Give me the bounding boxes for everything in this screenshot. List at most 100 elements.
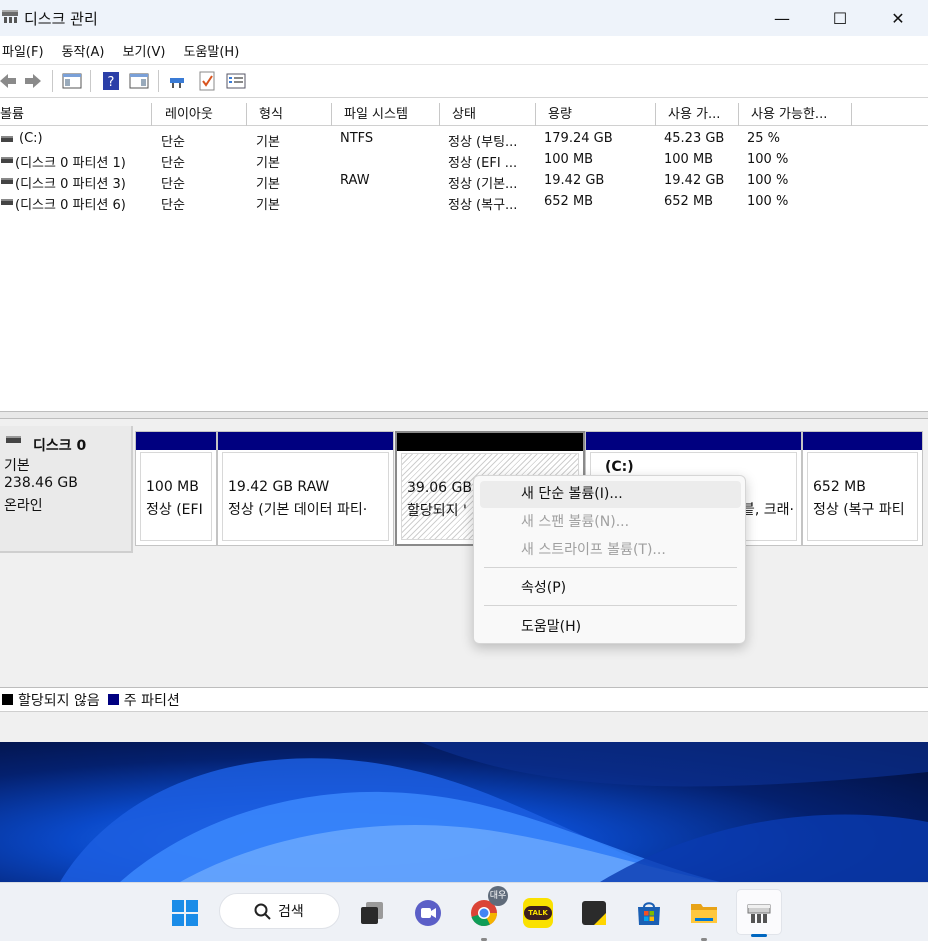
table-row[interactable]: (디스크 0 파티션 1) 단순 기본 정상 (EFI ... 100 MB 1…	[0, 150, 928, 171]
sticky-notes-button[interactable]	[574, 893, 614, 933]
microsoft-store-icon	[638, 902, 660, 925]
column-header-percent-free[interactable]: 사용 가능한...	[739, 103, 852, 126]
partition-recovery[interactable]: 652 MB 정상 (복구 파티	[802, 431, 923, 546]
partition-raw[interactable]: 19.42 GB RAW 정상 (기본 데이터 파티·	[217, 431, 394, 546]
cell-layout: 단순	[161, 198, 185, 213]
partition-status: 할당되지 '	[407, 503, 467, 519]
minimize-icon: —	[774, 8, 790, 28]
menu-bar: 파일(F) 동작(A) 보기(V) 도움말(H)	[0, 36, 928, 64]
pane-splitter[interactable]	[0, 411, 928, 419]
legend-swatch-primary	[107, 694, 119, 705]
partition-size: 100 MB	[146, 479, 199, 495]
forward-arrow-icon[interactable]	[23, 71, 43, 91]
menu-properties[interactable]: 속성(P)	[480, 575, 741, 602]
column-header-volume[interactable]: 볼륨	[0, 103, 152, 126]
chrome-button[interactable]: 대우	[464, 886, 508, 941]
table-row[interactable]: (디스크 0 파티션 6) 단순 기본 정상 (복구... 652 MB 652…	[0, 192, 928, 213]
toolbar: ?	[0, 64, 928, 98]
column-header-capacity[interactable]: 용량	[536, 103, 656, 126]
file-explorer-button[interactable]	[684, 893, 724, 941]
cell-free-space: 45.23 GB	[664, 131, 725, 146]
menu-help[interactable]: 도움말(H)	[181, 41, 248, 60]
primary-partition-bar	[803, 432, 922, 450]
disk-management-app-icon	[2, 10, 18, 23]
show-hide-console-tree-icon[interactable]	[62, 71, 82, 91]
partition-status: 정상 (EFI	[146, 502, 203, 518]
help-icon[interactable]: ?	[101, 71, 121, 91]
cell-layout: 단순	[161, 135, 185, 150]
cell-type: 기본	[256, 198, 280, 213]
context-menu: 새 단순 볼륨(I)... 새 스팬 볼륨(N)... 새 스트라이프 볼륨(T…	[473, 475, 746, 644]
back-arrow-icon[interactable]	[0, 71, 18, 91]
show-hide-action-pane-icon[interactable]	[129, 71, 149, 91]
start-button[interactable]	[165, 893, 205, 933]
table-row[interactable]: (C:) 단순 기본 NTFS 정상 (부팅... 179.24 GB 45.2…	[0, 129, 928, 150]
title-bar[interactable]: 디스크 관리 — ☐ ✕	[0, 0, 928, 36]
kakaotalk-label: TALK	[524, 906, 552, 920]
minimize-button[interactable]: —	[753, 0, 811, 36]
cell-percent-free: 100 %	[747, 194, 789, 209]
legend-swatch-unallocated	[2, 694, 13, 705]
disk-0-label[interactable]: 디스크 0 기본 238.46 GB 온라인	[0, 426, 133, 553]
cell-layout: 단순	[161, 156, 185, 171]
partition-size: 652 MB	[813, 479, 866, 495]
disk-name: 디스크 0	[33, 438, 87, 454]
cell-volume: (디스크 0 파티션 1)	[15, 156, 126, 171]
menu-new-simple-volume[interactable]: 새 단순 볼륨(I)...	[480, 481, 741, 508]
start-icon	[172, 900, 198, 926]
menu-action[interactable]: 동작(A)	[60, 41, 114, 60]
volume-icon	[1, 178, 13, 184]
partition-size: 39.06 GB	[407, 480, 472, 496]
partition-size: 19.42 GB RAW	[228, 479, 330, 495]
cell-percent-free: 100 %	[747, 173, 789, 188]
cell-status: 정상 (기본...	[448, 177, 518, 192]
menu-new-striped-volume[interactable]: 새 스트라이프 볼륨(T)...	[480, 537, 741, 564]
microsoft-store-button[interactable]	[629, 893, 669, 933]
partition-status: 정상 (복구 파티	[813, 502, 905, 518]
table-row[interactable]: (디스크 0 파티션 3) 단순 기본 RAW 정상 (기본... 19.42 …	[0, 171, 928, 192]
cell-type: 기본	[256, 156, 280, 171]
teams-chat-button[interactable]	[408, 893, 448, 933]
cell-status: 정상 (복구...	[448, 198, 518, 213]
disk-management-taskbar-button[interactable]	[736, 889, 782, 937]
cell-type: 기본	[256, 177, 280, 192]
close-icon: ✕	[891, 8, 905, 28]
cell-capacity: 179.24 GB	[544, 131, 613, 146]
column-header-type[interactable]: 형식	[247, 103, 332, 126]
close-button[interactable]: ✕	[869, 0, 927, 36]
disk-management-window: 디스크 관리 — ☐ ✕ 파일(F) 동작(A) 보기(V) 도움말(H) ? …	[0, 0, 928, 742]
cell-percent-free: 100 %	[747, 152, 789, 167]
disk-size: 238.46 GB	[4, 475, 78, 491]
cell-file-system: RAW	[340, 173, 370, 188]
properties-icon[interactable]	[226, 71, 246, 91]
menu-view[interactable]: 보기(V)	[121, 41, 175, 60]
legend-primary: 주 파티션	[123, 692, 180, 709]
connect-icon[interactable]	[168, 71, 188, 91]
checklist-icon[interactable]	[197, 71, 217, 91]
task-view-button[interactable]	[352, 893, 392, 933]
kakaotalk-icon: TALK	[523, 898, 553, 928]
menu-separator	[484, 567, 737, 568]
window-title: 디스크 관리	[24, 10, 98, 28]
cell-status: 정상 (EFI ...	[448, 156, 518, 171]
disk-icon	[6, 436, 21, 443]
primary-partition-bar	[218, 432, 393, 450]
menu-file[interactable]: 파일(F)	[0, 41, 53, 60]
column-header-layout[interactable]: 레이아웃	[152, 103, 247, 126]
taskbar-search[interactable]: 검색	[219, 893, 340, 929]
column-header-status[interactable]: 상태	[440, 103, 536, 126]
kakaotalk-button[interactable]: TALK	[518, 893, 558, 933]
column-header-free-space[interactable]: 사용 가...	[656, 103, 739, 126]
menu-help-item[interactable]: 도움말(H)	[480, 614, 741, 641]
maximize-button[interactable]: ☐	[811, 0, 869, 36]
cell-status: 정상 (부팅...	[448, 135, 518, 150]
partition-efi[interactable]: 100 MB 정상 (EFI	[135, 431, 217, 546]
column-header-file-system[interactable]: 파일 시스템	[332, 103, 440, 126]
taskbar: 검색 대우 TALK	[0, 882, 928, 941]
chrome-profile-badge: 대우	[488, 886, 508, 906]
cell-free-space: 652 MB	[664, 194, 714, 209]
menu-new-spanned-volume[interactable]: 새 스팬 볼륨(N)...	[480, 509, 741, 536]
task-view-icon	[361, 902, 383, 924]
primary-partition-bar	[586, 432, 801, 450]
cell-percent-free: 25 %	[747, 131, 781, 146]
